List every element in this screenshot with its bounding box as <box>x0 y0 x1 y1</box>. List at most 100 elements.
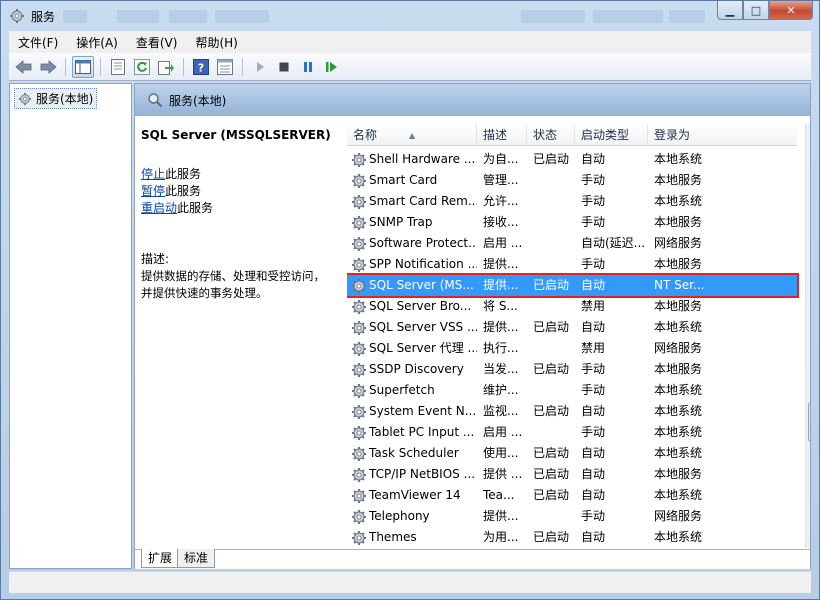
service-startup-type: 手动 <box>581 362 606 376</box>
export-list-button[interactable] <box>155 56 177 78</box>
table-row[interactable]: SPP Notification ... 提供... 手动 本地服务 <box>347 254 797 275</box>
start-service-button[interactable] <box>249 56 271 78</box>
menu-file[interactable]: 文件(F) <box>9 34 67 51</box>
blurred-taskbar-area <box>669 10 705 23</box>
service-startup-type: 自动 <box>581 320 606 334</box>
service-name: SQL Server Bro... <box>369 299 472 313</box>
scroll-down-arrow-icon[interactable]: ▼ <box>806 531 810 548</box>
menu-help[interactable]: 帮助(H) <box>186 34 246 51</box>
column-header-logon-as[interactable]: 登录为 <box>648 124 797 146</box>
service-name: TCP/IP NetBIOS ... <box>369 467 476 481</box>
service-name: Smart Card <box>369 173 438 187</box>
tab-extended[interactable]: 扩展 <box>141 549 180 568</box>
properties-button[interactable] <box>107 56 129 78</box>
table-row[interactable]: SQL Server Bro... 将 S... 禁用 本地服务 <box>347 296 797 317</box>
stop-service-icon <box>279 62 289 71</box>
table-row[interactable]: Smart Card Rem... 允许... 手动 本地系统 <box>347 191 797 212</box>
close-button[interactable]: ✕ <box>769 1 813 20</box>
service-status: 已启动 <box>533 467 570 481</box>
help-button[interactable]: ? <box>190 56 212 78</box>
service-gear-icon <box>351 488 367 504</box>
scroll-up-arrow-icon[interactable]: ▲ <box>806 124 810 141</box>
service-description: 执行... <box>483 341 519 355</box>
table-row[interactable]: Superfetch 维护... 手动 本地系统 <box>347 380 797 401</box>
table-row[interactable]: System Event N... 监视... 已启动 自动 本地系统 <box>347 401 797 422</box>
start-service-icon <box>257 61 264 72</box>
description-line-1: 提供数据的存储、处理和受控访问， <box>141 269 325 283</box>
table-row[interactable]: Shell Hardware ... 为自... 已启动 自动 本地系统 <box>347 149 797 170</box>
table-row[interactable]: Smart Card 管理... 手动 本地服务 <box>347 170 797 191</box>
column-header-name[interactable]: 名称 ▲ <box>347 124 477 146</box>
table-row[interactable]: Themes 为用... 已启动 自动 本地系统 <box>347 527 797 548</box>
service-description: 维护... <box>483 383 519 397</box>
blurred-taskbar-area <box>169 10 207 23</box>
service-status: 已启动 <box>533 530 570 544</box>
back-button[interactable] <box>13 56 35 78</box>
column-header-status[interactable]: 状态 <box>527 124 575 146</box>
title-bar[interactable]: 服务 ▁ □ ✕ <box>1 1 819 31</box>
service-logon-as: 本地系统 <box>654 152 703 166</box>
blurred-taskbar-area <box>63 10 87 23</box>
table-row[interactable]: TeamViewer 14 Tea... 已启动 自动 本地系统 <box>347 485 797 506</box>
service-description: 允许... <box>483 194 519 208</box>
table-row[interactable]: SQL Server 代理 ... 执行... 禁用 网络服务 <box>347 338 797 359</box>
service-logon-as: 本地服务 <box>654 467 703 481</box>
show-hide-console-tree-button[interactable] <box>72 55 94 78</box>
tab-standard[interactable]: 标准 <box>177 549 216 568</box>
restart-service-link[interactable]: 重启动 <box>141 201 177 215</box>
menu-view[interactable]: 查看(V) <box>127 34 187 51</box>
vertical-scrollbar[interactable]: ▲ ▼ <box>805 124 810 548</box>
table-row[interactable]: Telephony 提供... 手动 网络服务 <box>347 506 797 527</box>
toolbar-separator <box>183 57 184 76</box>
refresh-icon <box>134 58 150 75</box>
service-description: 为自... <box>483 152 519 166</box>
service-actions: 停止此服务 暂停此服务 重启动此服务 <box>141 166 339 217</box>
service-description: 提供... <box>483 257 519 271</box>
menu-action[interactable]: 操作(A) <box>67 34 127 51</box>
service-name: Tablet PC Input ... <box>369 425 475 439</box>
service-logon-as: NT Ser... <box>654 278 705 292</box>
sort-ascending-icon: ▲ <box>409 131 416 140</box>
pause-service-button[interactable] <box>297 56 319 78</box>
service-name: Software Protect... <box>369 236 477 250</box>
service-logon-as: 本地系统 <box>654 488 703 502</box>
table-row-selected[interactable]: SQL Server (MS... 提供... 已启动 自动 NT Ser... <box>347 273 799 298</box>
service-status <box>533 233 577 254</box>
minimize-button[interactable]: ▁ <box>717 1 743 20</box>
table-row[interactable]: Tablet PC Input ... 启用 ... 手动 本地系统 <box>347 422 797 443</box>
table-row[interactable]: Software Protect... 启用 ... 自动(延迟... 网络服务 <box>347 233 797 254</box>
service-logon-as: 本地系统 <box>654 530 703 544</box>
service-startup-type: 禁用 <box>581 341 606 355</box>
table-row[interactable]: SQL Server VSS ... 提供... 已启动 自动 本地系统 <box>347 317 797 338</box>
service-status <box>533 296 577 317</box>
scrollbar-thumb[interactable] <box>808 402 810 442</box>
column-header-description[interactable]: 描述 <box>477 124 527 146</box>
service-gear-icon <box>351 530 367 546</box>
table-row[interactable]: SSDP Discovery 当发... 已启动 手动 本地服务 <box>347 359 797 380</box>
restart-service-button[interactable] <box>321 56 343 78</box>
service-gear-icon <box>351 194 367 210</box>
service-gear-icon <box>351 341 367 357</box>
service-gear-icon <box>351 404 367 420</box>
service-logon-as: 本地系统 <box>654 194 703 208</box>
stop-service-link[interactable]: 停止 <box>141 167 165 181</box>
maximize-button[interactable]: □ <box>743 1 769 20</box>
forward-button[interactable] <box>37 56 59 78</box>
service-logon-as: 本地服务 <box>654 215 703 229</box>
service-startup-type: 自动 <box>581 446 606 460</box>
table-row[interactable]: Task Scheduler 使用... 已启动 自动 本地系统 <box>347 443 797 464</box>
service-description: 提供... <box>483 509 519 523</box>
service-name: SSDP Discovery <box>369 362 464 376</box>
tree-item-services-local[interactable]: 服务(本地) <box>14 88 98 109</box>
table-row[interactable]: SNMP Trap 接收... 手动 本地服务 <box>347 212 797 233</box>
stop-service-button[interactable] <box>273 56 295 78</box>
blurred-taskbar-area <box>215 10 269 23</box>
window-title: 服务 <box>31 10 56 24</box>
pause-service-link[interactable]: 暂停 <box>141 184 165 198</box>
action-suffix: 此服务 <box>177 201 214 215</box>
refresh-button[interactable] <box>131 56 153 78</box>
table-row[interactable]: TCP/IP NetBIOS ... 提供 ... 已启动 自动 本地服务 <box>347 464 797 485</box>
details-view-button[interactable] <box>214 56 236 78</box>
column-header-startup-type[interactable]: 启动类型 <box>575 124 648 146</box>
service-logon-as: 网络服务 <box>654 236 703 250</box>
